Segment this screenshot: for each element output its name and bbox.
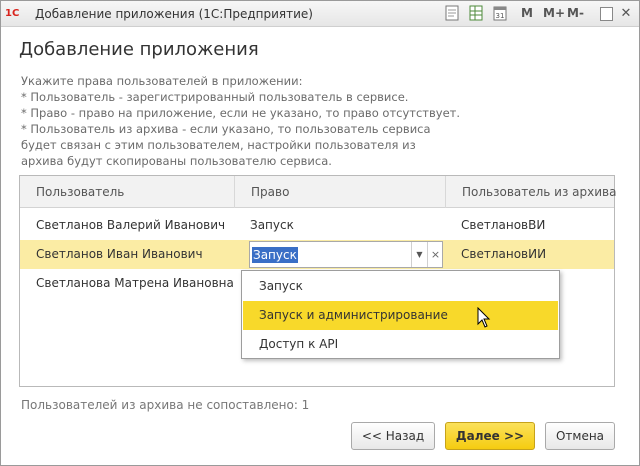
cell-user: Светланова Матрена Ивановна [36, 276, 234, 290]
instruction-line: * Пользователь - зарегистрированный поль… [21, 90, 409, 104]
instruction-line: * Право - право на приложение, если не у… [21, 106, 460, 120]
column-header-archive-user[interactable]: Пользователь из архива [446, 176, 616, 208]
spreadsheet-icon[interactable] [467, 5, 485, 23]
app-window: 1С Добавление приложения (1С:Предприятие… [0, 0, 640, 466]
clear-x-icon[interactable]: × [427, 242, 443, 267]
instruction-line: архива будут скопированы пользователю се… [21, 154, 332, 168]
instruction-line: Укажите права пользователей в приложении… [21, 74, 303, 88]
dropdown-option-highlighted[interactable]: Запуск и администрирование [243, 301, 558, 330]
cell-archive-user: СветлановИИ [461, 247, 547, 261]
right-combobox-value[interactable]: Запуск [252, 247, 298, 263]
form-title: Добавление приложения [19, 39, 259, 60]
right-dropdown-list[interactable]: Запуск Запуск и администрирование Доступ… [241, 270, 560, 359]
table-header: Пользователь Право Пользователь из архив… [20, 176, 616, 208]
memory-button[interactable]: M [521, 6, 533, 20]
dropdown-option[interactable]: Запуск [243, 272, 558, 301]
window-title: Добавление приложения (1С:Предприятие) [35, 7, 313, 21]
table-row[interactable]: Светланов Валерий Иванович Запуск Светла… [20, 211, 614, 240]
close-icon[interactable]: ✕ [617, 5, 635, 23]
restore-icon[interactable] [597, 5, 615, 23]
triangle-down-icon[interactable]: ▼ [411, 242, 427, 267]
memory-plus-button[interactable]: M+ [543, 6, 565, 20]
document-icon[interactable] [443, 5, 461, 23]
title-bar: 1С Добавление приложения (1С:Предприятие… [1, 1, 639, 27]
column-header-right[interactable]: Право [235, 176, 446, 208]
mouse-pointer-icon [477, 306, 491, 332]
svg-text:31: 31 [496, 12, 505, 20]
back-button[interactable]: << Назад [351, 422, 435, 450]
right-combobox[interactable]: Запуск ▼ × [249, 241, 443, 268]
instruction-line: * Пользователь из архива - если указано,… [21, 122, 431, 136]
app-logo: 1С [5, 8, 20, 19]
column-header-user[interactable]: Пользователь [20, 176, 235, 208]
unmatched-status: Пользователей из архива не сопоставлено:… [21, 398, 310, 412]
next-button[interactable]: Далее >> [445, 422, 535, 450]
cell-user: Светланов Валерий Иванович [36, 218, 226, 232]
cell-archive-user: СветлановВИ [461, 218, 546, 232]
cell-user: Светланов Иван Иванович [36, 247, 203, 261]
memory-minus-button[interactable]: M- [567, 6, 584, 20]
dropdown-option[interactable]: Доступ к API [243, 330, 558, 359]
table-row-selected[interactable]: Светланов Иван Иванович Запуск ▼ × Светл… [20, 240, 614, 269]
instruction-line: будет связан с этим пользователем, настр… [21, 138, 416, 152]
calendar-icon[interactable]: 31 [491, 5, 509, 23]
cell-right: Запуск [250, 218, 294, 232]
cancel-button[interactable]: Отмена [545, 422, 615, 450]
